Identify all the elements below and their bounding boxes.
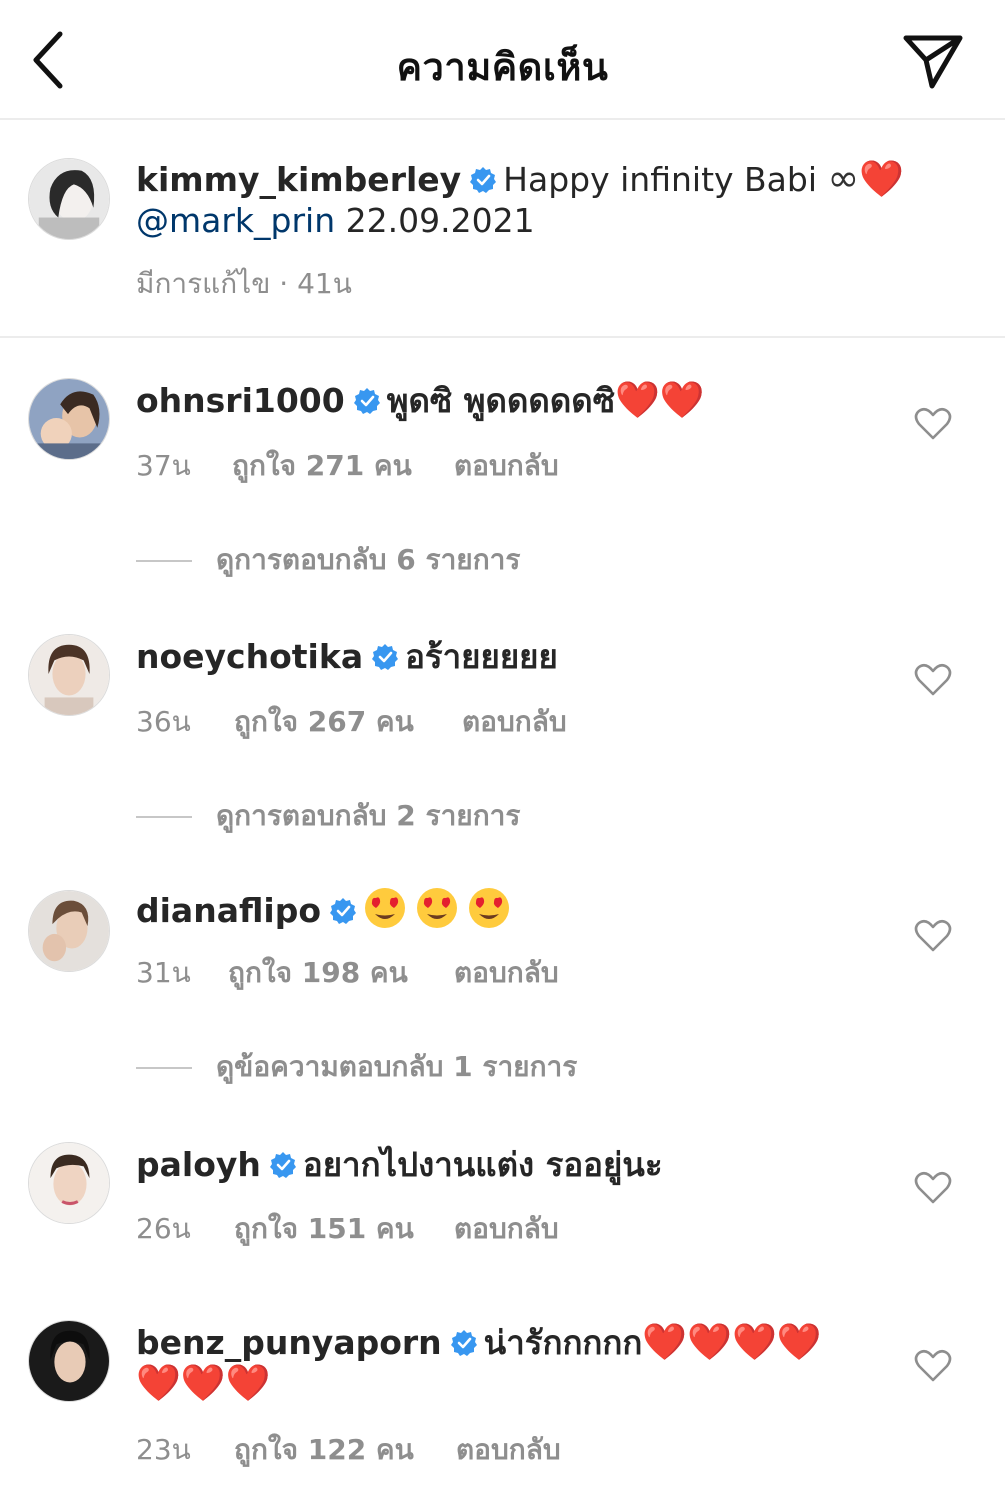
- verified-badge-icon: [470, 167, 497, 193]
- infinity-emoji: ∞: [827, 156, 860, 200]
- like-button[interactable]: [913, 404, 953, 444]
- heart-emoji: ❤️❤️❤️: [136, 1363, 271, 1404]
- divider: [136, 816, 192, 818]
- comment-time: 26น: [136, 1212, 191, 1245]
- verified-badge-icon: [330, 898, 357, 924]
- heart-emoji: ❤️: [859, 159, 904, 200]
- view-replies-label: ดูการตอบกลับ 2 รายการ: [216, 799, 521, 832]
- heart-outline-icon: [914, 919, 952, 952]
- reply-button[interactable]: ตอบกลับ: [454, 1207, 559, 1251]
- comment-text: ohnsri1000 พูดซิ พูดดดดดซิ❤️❤️: [136, 380, 919, 421]
- avatar[interactable]: [28, 634, 110, 716]
- comment-time: 31น: [136, 956, 191, 989]
- heart-outline-icon: [914, 1349, 952, 1382]
- like-count[interactable]: ถูกใจ 122 คน: [234, 1428, 456, 1472]
- heart-outline-icon: [914, 407, 952, 440]
- like-button[interactable]: [913, 1168, 953, 1208]
- share-button[interactable]: [900, 30, 966, 92]
- verified-badge-icon: [353, 388, 380, 414]
- heart-emoji: ❤️❤️: [615, 380, 705, 421]
- divider: [136, 560, 192, 562]
- caption-meta: มีการแก้ไข · 41น: [136, 267, 352, 300]
- comment-time: 23น: [136, 1433, 191, 1466]
- comment-meta: 23น ถูกใจ 122 คน ตอบกลับ: [136, 1428, 561, 1472]
- avatar[interactable]: [28, 158, 110, 240]
- comment-meta: 26น ถูกใจ 151 คน ตอบกลับ: [136, 1207, 559, 1251]
- comment-message: พูดซิ พูดดดดดซิ: [386, 381, 616, 420]
- verified-badge-icon: [450, 1330, 477, 1356]
- page-title: ความคิดเห็น: [396, 45, 609, 89]
- like-count[interactable]: ถูกใจ 271 คน: [232, 444, 454, 488]
- caption-message: Happy infinity Babi: [503, 160, 818, 199]
- view-replies-label: ดูการตอบกลับ 6 รายการ: [216, 543, 521, 576]
- comment-message: น่ารักกกกก: [483, 1323, 643, 1362]
- verified-badge-icon: [269, 1152, 296, 1178]
- avatar[interactable]: [28, 890, 110, 972]
- paper-plane-icon: [903, 35, 963, 89]
- heart-eyes-emoji: [363, 888, 519, 930]
- view-replies-label: ดูข้อความตอบกลับ 1 รายการ: [216, 1050, 578, 1083]
- caption-username[interactable]: kimmy_kimberley: [136, 160, 461, 199]
- mention-link[interactable]: @mark_prin: [136, 201, 335, 240]
- comment-username[interactable]: noeychotika: [136, 637, 363, 676]
- comment-username[interactable]: dianaflipo: [136, 891, 321, 930]
- reply-button[interactable]: ตอบกลับ: [462, 700, 567, 744]
- comment-time: 37น: [136, 449, 191, 482]
- comment-meta: 31น ถูกใจ 198 คน ตอบกลับ: [136, 951, 559, 995]
- comment-text: dianaflipo 😍😍😍: [136, 886, 919, 931]
- verified-badge-icon: [372, 644, 399, 670]
- post-caption: kimmy_kimberley Happy infinity Babi ∞❤️ @…: [0, 120, 1005, 338]
- comment-meta: 37น ถูกใจ 271 คน ตอบกลับ: [136, 444, 559, 488]
- comment-meta: 36น ถูกใจ 267 คน ตอบกลับ: [136, 700, 567, 744]
- heart-emoji: ❤️❤️❤️❤️: [642, 1322, 822, 1363]
- top-bar: ความคิดเห็น: [0, 0, 1005, 120]
- avatar[interactable]: [28, 378, 110, 460]
- avatar[interactable]: [28, 1320, 110, 1402]
- comment-username[interactable]: benz_punyaporn: [136, 1323, 442, 1362]
- comment-username[interactable]: ohnsri1000: [136, 381, 345, 420]
- comment-text: benz_punyaporn น่ารักกกกก❤️❤️❤️❤️ ❤️❤️❤️: [136, 1322, 919, 1404]
- like-count[interactable]: ถูกใจ 198 คน: [228, 951, 454, 995]
- comment-message: อร้ายยยยย: [405, 637, 558, 676]
- caption-date: 22.09.2021: [345, 201, 535, 240]
- view-replies-button[interactable]: ดูการตอบกลับ 2 รายการ: [136, 794, 520, 838]
- view-replies-button[interactable]: ดูการตอบกลับ 6 รายการ: [136, 538, 520, 582]
- caption-text: kimmy_kimberley Happy infinity Babi ∞❤️ @…: [136, 158, 919, 241]
- like-count[interactable]: ถูกใจ 151 คน: [234, 1207, 454, 1251]
- comment-time: 36น: [136, 705, 191, 738]
- reply-button[interactable]: ตอบกลับ: [454, 951, 559, 995]
- divider: [136, 1067, 192, 1069]
- view-replies-button[interactable]: ดูข้อความตอบกลับ 1 รายการ: [136, 1045, 577, 1089]
- like-button[interactable]: [913, 660, 953, 700]
- heart-outline-icon: [914, 1171, 952, 1204]
- comment-text: paloyh อยากไปงานแต่ง รออยู่นะ: [136, 1144, 919, 1185]
- like-button[interactable]: [913, 1346, 953, 1386]
- like-button[interactable]: [913, 916, 953, 956]
- reply-button[interactable]: ตอบกลับ: [456, 1428, 561, 1472]
- avatar[interactable]: [28, 1142, 110, 1224]
- comment-text: noeychotika อร้ายยยยย: [136, 636, 919, 677]
- reply-button[interactable]: ตอบกลับ: [454, 444, 559, 488]
- heart-outline-icon: [914, 663, 952, 696]
- like-count[interactable]: ถูกใจ 267 คน: [234, 700, 462, 744]
- comment-message: อยากไปงานแต่ง รออยู่นะ: [302, 1145, 663, 1184]
- comment-username[interactable]: paloyh: [136, 1145, 261, 1184]
